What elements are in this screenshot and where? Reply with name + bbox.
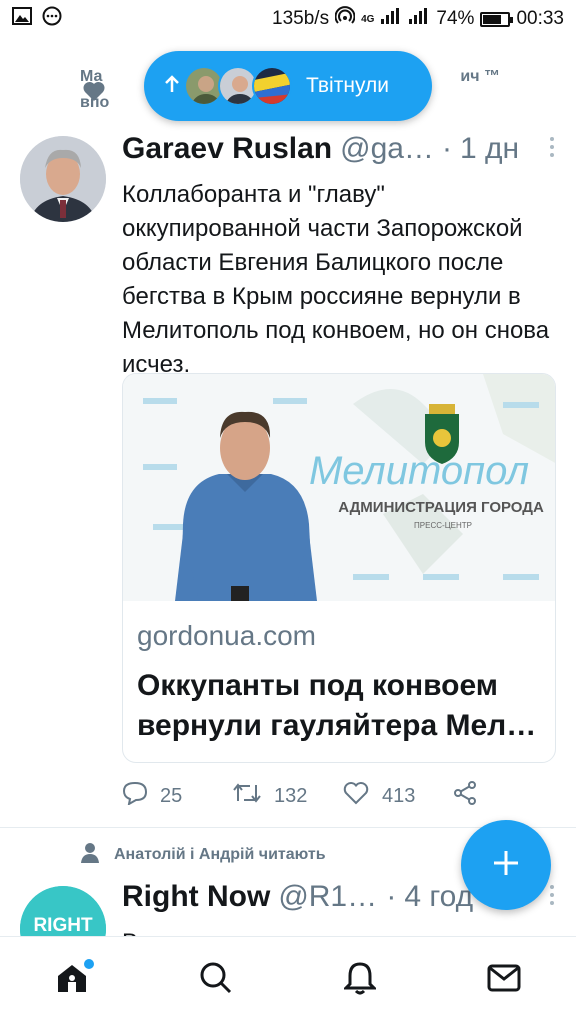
- card-sign-title: Мелитопол: [309, 449, 529, 493]
- tweet-header: Garaev Ruslan @ga… · 1 дн: [122, 132, 556, 166]
- arrow-up-icon: [164, 74, 180, 99]
- person-icon: [80, 842, 100, 869]
- share-icon: [452, 780, 478, 812]
- author-name[interactable]: Garaev Ruslan: [122, 132, 332, 166]
- heart-icon: [342, 781, 370, 811]
- avatar: [252, 66, 292, 106]
- share-button[interactable]: [452, 780, 562, 812]
- more-options-icon[interactable]: [548, 136, 556, 162]
- bottom-nav: [0, 936, 576, 1024]
- heart-context-icon: [82, 80, 106, 107]
- tweet-text: Коллаборанта и "главу" оккупированной ча…: [122, 181, 550, 378]
- link-card[interactable]: Мелитопол АДМИНИСТРАЦИЯ ГОРОДА ПРЕСС-ЦЕН…: [122, 373, 556, 763]
- clock: 00:33: [516, 8, 564, 29]
- card-image: Мелитопол АДМИНИСТРАЦИЯ ГОРОДА ПРЕСС-ЦЕН…: [123, 374, 555, 601]
- tweet-time: 4 год: [404, 880, 474, 913]
- search-icon: [199, 961, 233, 1000]
- bell-icon: [342, 961, 378, 1000]
- timeline[interactable]: Ма ич ™ впо Garaev Ruslan @ga… · 1 дн Ко…: [0, 48, 576, 936]
- nav-notifications[interactable]: [330, 951, 390, 1011]
- separator-dot: ·: [386, 880, 397, 913]
- more-options-icon[interactable]: [548, 884, 556, 910]
- signal-icon-2: [408, 7, 430, 31]
- author-handle[interactable]: @ga…: [340, 132, 434, 166]
- nav-messages[interactable]: [474, 951, 534, 1011]
- gallery-notification-icon: [12, 7, 32, 31]
- card-domain: gordonua.com: [137, 620, 317, 651]
- card-sign-sub2: ПРЕСС-ЦЕНТР: [414, 521, 472, 530]
- tweet-text: В: [122, 926, 552, 936]
- battery-icon: [480, 11, 514, 27]
- retweet-count: 132: [274, 784, 308, 807]
- context-text: Анатолій і Андрій читають: [114, 846, 326, 863]
- network-type: 4G: [361, 13, 375, 25]
- author-name[interactable]: Right Now: [122, 880, 270, 914]
- card-sign-sub: АДМИНИСТРАЦИЯ ГОРОДА: [338, 499, 544, 516]
- home-icon: [55, 962, 89, 999]
- more-notifications-icon: [42, 6, 62, 32]
- author-handle[interactable]: @R1ght…: [278, 880, 378, 914]
- avatar[interactable]: RIGHT: [20, 886, 106, 936]
- tweet[interactable]: Ма ич ™ впо Garaev Ruslan @ga… · 1 дн Ко…: [0, 48, 576, 828]
- network-speed: 135b/s: [272, 8, 330, 29]
- pill-avatars: [184, 66, 292, 106]
- separator-dot: ·: [441, 132, 452, 165]
- plus-icon: [491, 848, 521, 883]
- card-title: Оккупанты под конвоем вернули гауляйтера…: [137, 669, 537, 742]
- retweet-button[interactable]: 132: [232, 781, 342, 811]
- nav-home[interactable]: [42, 951, 102, 1011]
- status-bar: 135b/s 4G 74% 00:33: [0, 0, 576, 38]
- mail-icon: [487, 964, 521, 997]
- avatar[interactable]: [20, 136, 106, 222]
- reply-icon: [122, 781, 148, 811]
- battery-percent: 74%: [436, 8, 475, 29]
- hotspot-icon: [334, 6, 356, 32]
- nav-search[interactable]: [186, 951, 246, 1011]
- compose-tweet-button[interactable]: [461, 820, 551, 910]
- pill-label: Твітнули: [306, 74, 389, 97]
- tweet-time: 1 дн: [459, 132, 520, 165]
- tweet-actions: 25 132 413: [122, 780, 562, 812]
- new-content-dot: [84, 958, 94, 969]
- retweet-icon: [232, 781, 262, 811]
- like-button[interactable]: 413: [342, 781, 452, 811]
- reply-button[interactable]: 25: [122, 781, 232, 811]
- new-tweets-pill[interactable]: Твітнули: [144, 51, 432, 121]
- like-count: 413: [382, 784, 416, 807]
- signal-icon: [380, 7, 402, 31]
- context-line-1-end: ич ™: [460, 68, 500, 85]
- social-context: Анатолій і Андрій читають: [80, 842, 326, 868]
- avatar-text: RIGHT: [33, 915, 93, 936]
- reply-count: 25: [160, 784, 183, 807]
